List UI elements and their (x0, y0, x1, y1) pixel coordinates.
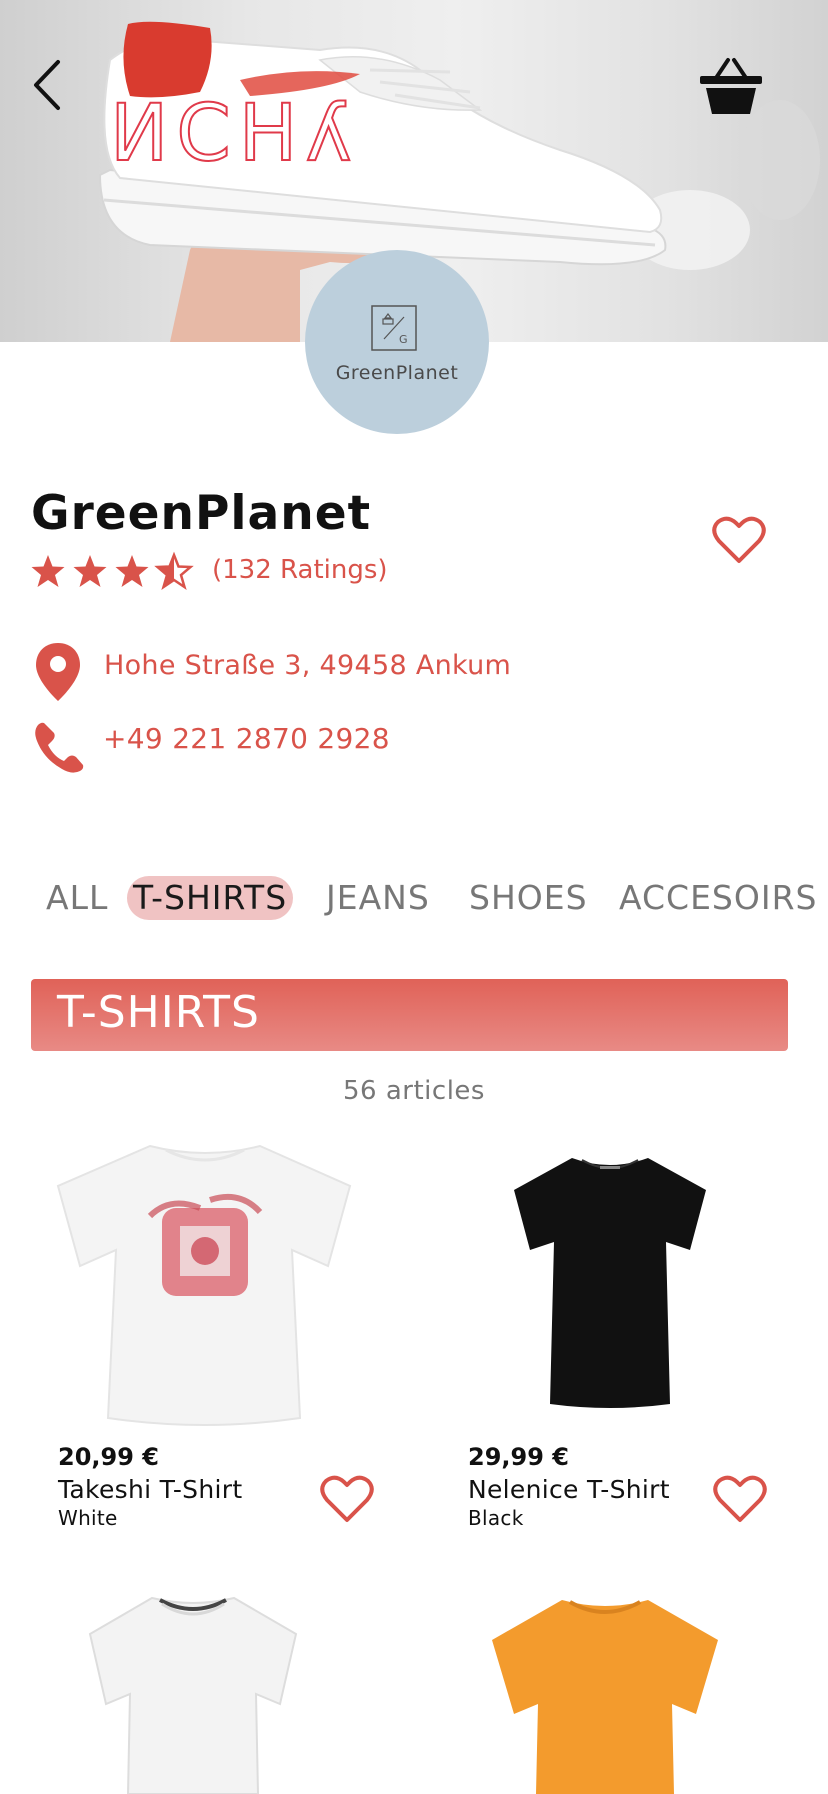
product-name: Takeshi T-Shirt (58, 1475, 243, 1504)
heart-icon (713, 1475, 767, 1522)
tab-jeans[interactable]: JEANS (326, 876, 430, 920)
section-header: T-SHIRTS (31, 979, 788, 1051)
store-name: GreenPlanet (31, 486, 372, 541)
tab-shoes[interactable]: SHOES (469, 876, 588, 920)
store-phone[interactable]: +49 221 2870 2928 (103, 722, 390, 755)
category-tabs: ALL T-SHIRTS JEANS SHOES ACCESOIRS (0, 876, 828, 926)
chevron-left-icon (34, 60, 60, 110)
half-star-icon (156, 553, 192, 589)
cart-button[interactable] (698, 56, 764, 118)
phone-icon (35, 722, 84, 773)
store-address[interactable]: Hohe Straße 3, 49458 Ankum (104, 650, 511, 681)
store-logo: G GreenPlanet (305, 250, 489, 434)
store-logo-text: GreenPlanet (335, 362, 459, 384)
product-image[interactable] (488, 1596, 722, 1794)
product-color: Black (468, 1506, 524, 1530)
product-image[interactable] (50, 1138, 360, 1428)
favorite-store-button[interactable] (712, 516, 766, 566)
svg-text:ИCHʎ: ИCHʎ (110, 89, 360, 179)
star-icon (73, 555, 107, 587)
basket-icon (700, 58, 762, 114)
star-icon (115, 555, 149, 587)
product-image[interactable] (510, 1154, 710, 1409)
product-price: 20,99 € (58, 1443, 159, 1471)
rating-stars (31, 553, 192, 589)
tab-t-shirts[interactable]: T-SHIRTS (127, 876, 294, 920)
product-name: Nelenice T-Shirt (468, 1475, 670, 1504)
back-button[interactable] (26, 52, 70, 112)
store-page: ИCHʎ G GreenPlanet GreenPlanet (132 Rati… (0, 0, 828, 1794)
favorite-product-button[interactable] (713, 1475, 767, 1525)
ratings-count[interactable]: (132 Ratings) (212, 555, 388, 585)
heart-icon (320, 1475, 374, 1522)
product-price: 29,99 € (468, 1443, 569, 1471)
favorite-product-button[interactable] (320, 1475, 374, 1525)
product-image[interactable] (86, 1594, 300, 1794)
product-color: White (58, 1506, 118, 1530)
article-count: 56 articles (343, 1076, 485, 1106)
store-logo-mark: G (371, 305, 417, 351)
star-icon (31, 555, 65, 587)
heart-icon (712, 516, 766, 563)
tab-all[interactable]: ALL (46, 876, 108, 920)
svg-text:G: G (399, 333, 408, 346)
section-title: T-SHIRTS (57, 987, 260, 1038)
tab-accesoirs[interactable]: ACCESOIRS (619, 876, 817, 920)
location-pin-icon (36, 643, 80, 701)
